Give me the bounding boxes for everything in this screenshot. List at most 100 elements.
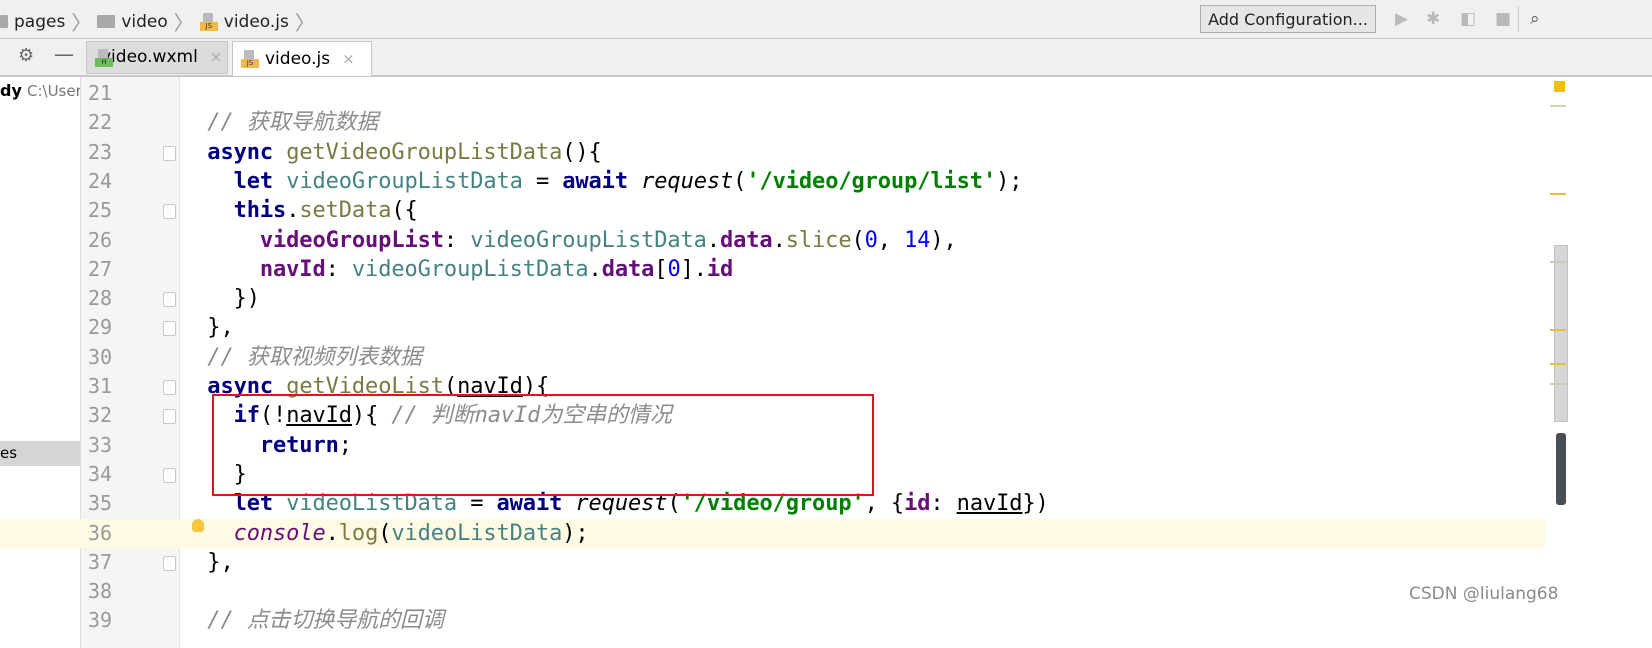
code-line[interactable]: 21 — [0, 79, 1545, 108]
gear-icon[interactable]: ⚙ — [18, 45, 34, 66]
code-token: ({ — [391, 198, 418, 224]
code-line[interactable]: 26 videoGroupList: videoGroupListData.da… — [0, 226, 1545, 255]
code-line[interactable]: 29 }, — [0, 313, 1545, 342]
chevron-right-icon: 〉 — [71, 11, 92, 35]
code-token: data — [601, 256, 655, 282]
scroll-marker[interactable] — [1550, 363, 1566, 365]
fold-toggle-icon[interactable] — [163, 467, 176, 483]
run-icon[interactable]: ▶ — [1395, 9, 1408, 29]
code-text: // 获取视频列表数据 — [181, 343, 422, 372]
js-file-icon: JS — [199, 12, 218, 31]
code-text: }, — [181, 548, 233, 577]
scroll-marker[interactable] — [1550, 105, 1566, 107]
code-line[interactable]: 36 console.log(videoListData); — [0, 518, 1545, 548]
code-token: slice — [785, 227, 852, 253]
scroll-marker[interactable] — [1550, 383, 1566, 385]
code-line[interactable]: 39 // 点击切换导航的回调 — [0, 606, 1545, 635]
add-configuration-button[interactable]: Add Configuration... — [1200, 5, 1376, 33]
line-number[interactable]: 36 — [88, 519, 128, 548]
minimize-icon[interactable]: — — [54, 42, 74, 66]
line-number[interactable]: 23 — [88, 138, 128, 167]
js-file-icon: JS — [241, 50, 259, 68]
code-line[interactable]: 22 // 获取导航数据 — [0, 108, 1545, 137]
code-token: . — [772, 227, 786, 253]
fold-toggle-icon[interactable] — [163, 380, 176, 395]
code-token: ( — [733, 168, 747, 194]
code-token: getVideoGroupListData — [286, 139, 563, 165]
line-number[interactable]: 35 — [88, 489, 128, 518]
close-icon[interactable]: × — [342, 43, 355, 76]
line-number[interactable]: 22 — [88, 108, 128, 137]
line-number[interactable]: 33 — [88, 431, 128, 460]
code-token: videoListData — [391, 520, 563, 546]
search-icon[interactable]: ⌕ — [1530, 9, 1540, 29]
code-token: id — [706, 256, 734, 282]
fold-toggle-icon[interactable] — [163, 204, 176, 220]
tab-video-wxml[interactable]: H video.wxml × — [86, 41, 228, 74]
fold-toggle-icon[interactable] — [163, 555, 176, 571]
code-token: 0 — [864, 227, 878, 253]
navigation-bar: pages 〉 video 〉 JS video.js 〉 Add Config… — [0, 0, 1652, 39]
line-number[interactable]: 30 — [88, 343, 128, 372]
line-number[interactable]: 24 — [88, 167, 128, 196]
lightbulb-icon[interactable] — [192, 519, 204, 532]
code-line[interactable]: 30 // 获取视频列表数据 — [0, 343, 1545, 372]
line-number[interactable]: 32 — [88, 401, 128, 430]
tab-label: video.js — [265, 48, 331, 69]
scroll-marker[interactable] — [1550, 261, 1566, 263]
code-token: ); — [996, 168, 1023, 194]
scroll-marker[interactable] — [1550, 329, 1566, 331]
line-number[interactable]: 26 — [88, 226, 128, 255]
line-number[interactable]: 38 — [88, 577, 128, 606]
code-token: }) — [233, 286, 260, 312]
line-number[interactable]: 37 — [88, 548, 128, 577]
fold-toggle-icon[interactable] — [163, 409, 176, 425]
code-text: this.setData({ — [181, 196, 418, 225]
code-token: videoGroupListData — [470, 227, 707, 253]
line-number[interactable]: 29 — [88, 313, 128, 342]
code-line[interactable]: 27 navId: videoGroupListData.data[0].id — [0, 255, 1545, 284]
breadcrumb-item[interactable]: video.js — [224, 12, 289, 32]
line-number[interactable]: 34 — [88, 460, 128, 489]
line-number[interactable]: 31 — [88, 372, 128, 401]
line-number[interactable]: 27 — [88, 255, 128, 284]
code-token: '/video/group/list' — [746, 168, 997, 194]
code-line[interactable]: 24 let videoGroupListData = await reques… — [0, 167, 1545, 196]
code-text: console.log(videoListData); — [181, 519, 589, 548]
code-line[interactable]: 25 this.setData({ — [0, 196, 1545, 225]
scroll-marker[interactable] — [1550, 193, 1566, 195]
warning-indicator-icon[interactable] — [1554, 81, 1565, 92]
code-token: // 获取导航数据 — [207, 110, 379, 136]
fold-toggle-icon[interactable] — [163, 321, 176, 337]
line-number[interactable]: 39 — [88, 606, 128, 635]
line-number[interactable]: 25 — [88, 196, 128, 225]
code-token: // 点击切换导航的回调 — [207, 608, 444, 634]
line-number[interactable]: 21 — [88, 79, 128, 108]
vertical-scrollbar[interactable] — [1554, 245, 1568, 422]
code-token: ]. — [680, 256, 707, 282]
breadcrumb-item[interactable]: pages — [14, 12, 65, 32]
line-number[interactable]: 28 — [88, 284, 128, 313]
code-line[interactable]: 38 — [0, 577, 1545, 606]
breadcrumb-item[interactable]: video — [121, 12, 167, 32]
code-line[interactable]: 28 }) — [0, 284, 1545, 313]
code-token: . — [706, 227, 720, 253]
coverage-icon[interactable]: ◧ — [1460, 9, 1476, 29]
fold-toggle-icon[interactable] — [163, 292, 176, 308]
code-line[interactable]: 37 }, — [0, 548, 1545, 577]
minimap-widget — [1556, 433, 1566, 505]
fold-toggle-icon[interactable] — [163, 145, 176, 161]
debug-icon[interactable]: ✱ — [1426, 9, 1440, 29]
code-token: , — [877, 227, 905, 253]
code-token: navId — [259, 256, 326, 282]
code-line[interactable]: 23 async getVideoGroupListData(){ — [0, 138, 1545, 167]
stop-icon[interactable]: ■ — [1495, 9, 1511, 29]
tab-video-js[interactable]: JS video.js × — [232, 41, 372, 76]
close-icon[interactable]: × — [210, 41, 223, 74]
